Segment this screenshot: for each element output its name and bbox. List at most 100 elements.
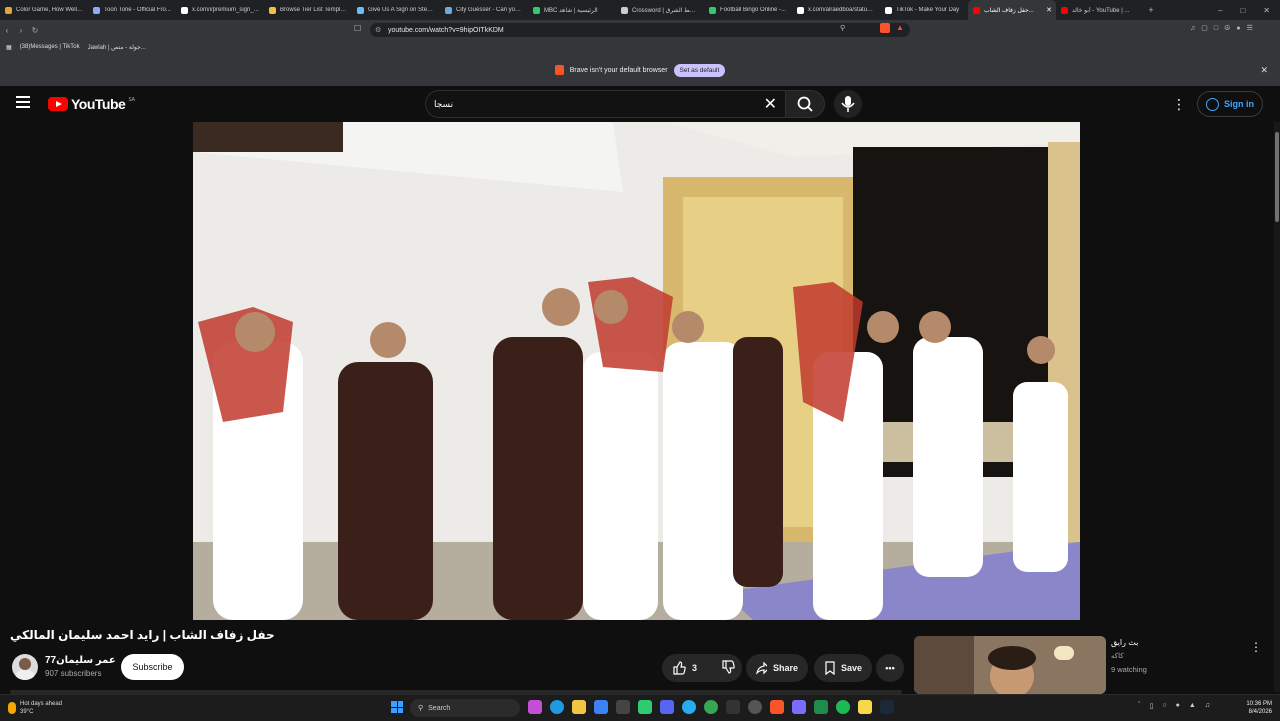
browser-tab[interactable]: x.com/alraedboa/status...: [792, 0, 880, 20]
minimize-icon[interactable]: –: [1218, 6, 1222, 15]
scrollbar-thumb[interactable]: [1275, 132, 1279, 222]
app-icon[interactable]: [748, 700, 762, 714]
new-tab-icon[interactable]: +: [1144, 5, 1158, 15]
app-icon[interactable]: [528, 700, 542, 714]
share-button[interactable]: Share: [746, 654, 808, 682]
clear-search-icon[interactable]: ✕: [764, 94, 777, 114]
app-icon[interactable]: [792, 700, 806, 714]
address-bar-row: ‹ › ↻ ☐ ⚙ youtube.com/watch?v=9hipOITkKD…: [0, 20, 1280, 40]
browser-tab[interactable]: Crossword | الأوسط الشرق: [616, 0, 704, 20]
subscriber-count: 907 subscribers: [45, 669, 102, 678]
back-icon[interactable]: ‹: [0, 26, 14, 35]
search-button[interactable]: [785, 90, 825, 118]
video-title: حفل زفاف الشاب | رايد احمد سليمان المالك…: [10, 628, 275, 642]
recommended-thumbnail[interactable]: [914, 636, 1106, 694]
search-input[interactable]: نسجا ✕: [425, 90, 785, 118]
zoom-icon[interactable]: ⚲: [840, 24, 845, 32]
tray-chevron-icon[interactable]: ˆ: [1138, 702, 1140, 710]
start-button[interactable]: [391, 701, 403, 713]
browser-tab[interactable]: Toon Tone - Official Fro...: [88, 0, 176, 20]
app-icon[interactable]: [726, 700, 740, 714]
spotify-icon[interactable]: [836, 700, 850, 714]
app-icon[interactable]: [616, 700, 630, 714]
sticky-notes-icon[interactable]: [858, 700, 872, 714]
brave-logo-icon: [554, 65, 564, 75]
tab-favicon-icon: [5, 6, 12, 14]
tab-favicon-icon: [797, 6, 804, 14]
weather-icon: [8, 702, 16, 714]
maximize-icon[interactable]: □: [1240, 6, 1245, 15]
youtube-logo[interactable]: YouTube SA: [48, 96, 135, 112]
browser-tab[interactable]: أبو خالد - YouTube | ...: [1056, 0, 1144, 20]
app-icon[interactable]: [638, 700, 652, 714]
save-button[interactable]: Save: [814, 654, 872, 682]
taskbar-search[interactable]: ⚲ Search: [410, 699, 520, 717]
subscribe-button[interactable]: Subscribe: [121, 654, 184, 680]
forward-icon[interactable]: ›: [14, 26, 28, 35]
browser-tab[interactable]: x.com/i/premium_sign_...: [176, 0, 264, 20]
tab-label: TikTok - Make Your Day: [896, 7, 960, 13]
browser-tab[interactable]: Browse Tier List Templa...: [264, 0, 352, 20]
tray-app-icon[interactable]: ▯: [1149, 702, 1153, 710]
chrome-icon[interactable]: [704, 700, 718, 714]
tab-favicon-icon: [445, 6, 452, 14]
url-field[interactable]: ⚙ youtube.com/watch?v=9hipOITkKDM: [370, 23, 910, 37]
channel-name[interactable]: عمر سليمان77: [45, 655, 116, 666]
apps-grid-icon[interactable]: ▦: [6, 44, 12, 51]
set-as-default-button[interactable]: Set as default: [673, 63, 726, 77]
tray-mic-icon[interactable]: ○: [1162, 702, 1166, 710]
menu-icon[interactable]: [16, 96, 30, 108]
steam-icon[interactable]: [880, 700, 894, 714]
telegram-icon[interactable]: [682, 700, 696, 714]
brave-icon[interactable]: [770, 700, 784, 714]
video-player[interactable]: [193, 122, 1080, 620]
close-icon[interactable]: ✕: [1260, 65, 1268, 76]
clock[interactable]: 10:36 PM 8/4/2026: [1246, 700, 1272, 716]
browser-tab[interactable]: Football Bingo Online -...: [704, 0, 792, 20]
system-tray[interactable]: ˆ ▯ ○ ● ▲ ♫: [1138, 702, 1210, 710]
video-frame: [193, 122, 1080, 620]
thumbs-up-icon: [673, 661, 686, 675]
discord-icon[interactable]: [660, 700, 674, 714]
tray-location-icon[interactable]: ●: [1176, 702, 1180, 710]
browser-tab[interactable]: City Guesser - Can you...: [440, 0, 528, 20]
more-actions-button[interactable]: •••: [876, 654, 904, 682]
page-scrollbar[interactable]: [1274, 122, 1280, 692]
tab-favicon-icon: [269, 6, 276, 14]
like-button[interactable]: 3: [672, 661, 697, 675]
brave-rewards-icon[interactable]: ▲: [896, 23, 904, 32]
bookmark-tiktok-messages[interactable]: (38)Messages | TikTok: [20, 44, 80, 50]
close-window-icon[interactable]: ✕: [1263, 6, 1270, 15]
browser-toolbar-icons[interactable]: ♫▢□☮●☰: [1190, 24, 1259, 32]
settings-more-icon[interactable]: ⋮: [1172, 96, 1186, 113]
wifi-icon[interactable]: ▲: [1189, 702, 1196, 710]
browser-tab[interactable]: Give Us A Sign on Steam: [352, 0, 440, 20]
volume-icon[interactable]: ♫: [1205, 702, 1210, 710]
recommended-channel[interactable]: كاكه: [1111, 652, 1124, 660]
edge-icon[interactable]: [550, 700, 564, 714]
file-explorer-icon[interactable]: [572, 700, 586, 714]
brave-shields-icon[interactable]: [880, 23, 890, 33]
channel-avatar[interactable]: [12, 654, 38, 680]
weather-widget[interactable]: Hot days ahead 39°C: [8, 700, 62, 716]
bookmark-jawlah[interactable]: Jawlah | جولة - متص...: [88, 44, 146, 51]
browser-tab[interactable]: TikTok - Make Your Day: [880, 0, 968, 20]
window-controls[interactable]: – □ ✕: [1218, 6, 1280, 15]
browser-tab[interactable]: MBC الرئيسية | شاهد: [528, 0, 616, 20]
browser-tab[interactable]: حفل زفاف الشاب... ✕: [968, 0, 1056, 20]
site-info-icon[interactable]: ⚙: [375, 26, 381, 34]
bookmark-icon[interactable]: ☐: [354, 24, 361, 33]
recommended-title[interactable]: بث رايق: [1111, 638, 1138, 647]
app-icon[interactable]: [594, 700, 608, 714]
dislike-button[interactable]: [721, 660, 735, 676]
channel-avatar-image: [16, 658, 34, 680]
recommended-more-icon[interactable]: ⋮: [1250, 640, 1262, 654]
close-tab-icon[interactable]: ✕: [1046, 6, 1052, 14]
excel-icon[interactable]: [814, 700, 828, 714]
youtube-play-icon: [48, 97, 68, 111]
reload-icon[interactable]: ↻: [28, 26, 42, 35]
browser-tab[interactable]: Color Game, How Well I...: [0, 0, 88, 20]
sign-in-button[interactable]: Sign in: [1197, 91, 1263, 117]
more-horizontal-icon: •••: [885, 663, 895, 673]
voice-search-button[interactable]: [834, 90, 862, 118]
